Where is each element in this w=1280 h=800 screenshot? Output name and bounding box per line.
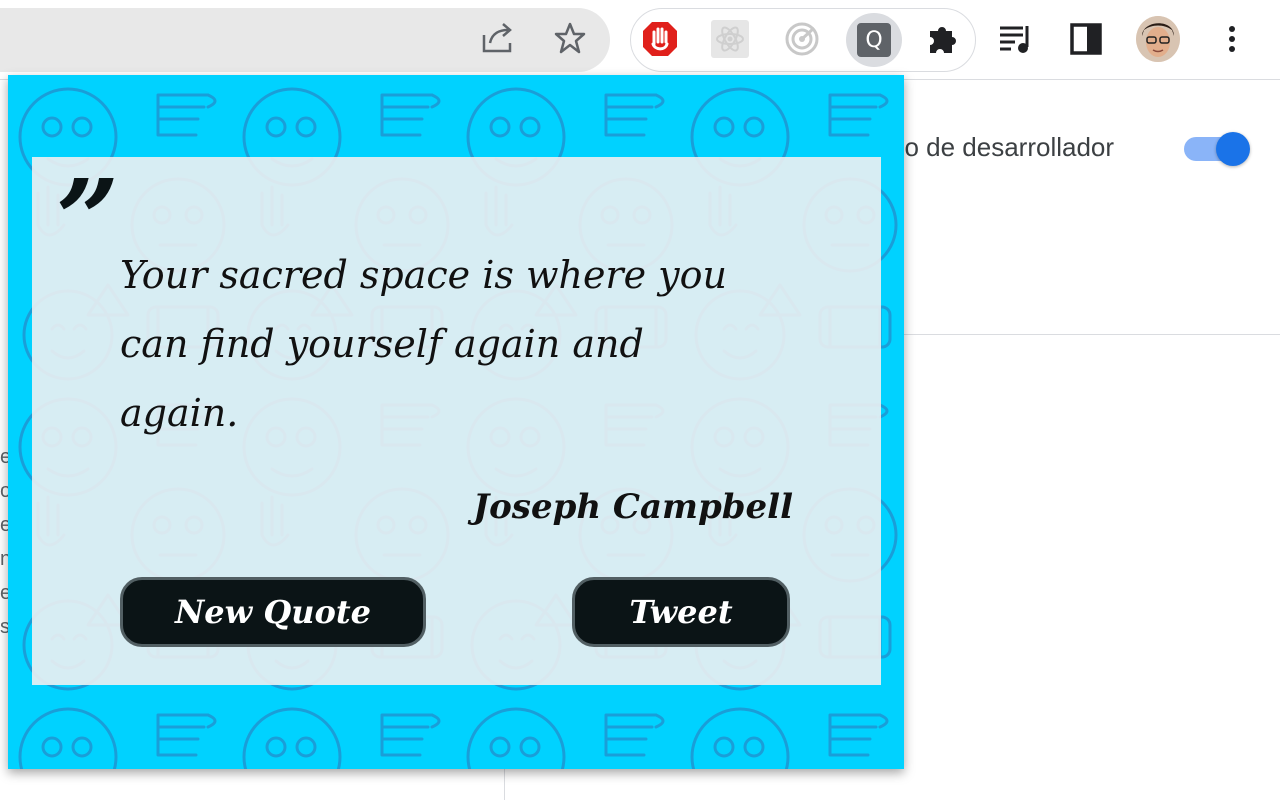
kebab-menu-icon[interactable] [1212, 19, 1252, 59]
section-divider [900, 334, 1280, 335]
quote-popup: ” Your sacred space is where you can fin… [8, 75, 904, 769]
developer-mode-toggle[interactable] [1182, 132, 1254, 166]
quote-extension-icon[interactable]: Q [846, 13, 902, 67]
quote-extension-letter: Q [857, 23, 891, 57]
puzzle-icon[interactable] [924, 19, 964, 59]
adblock-icon[interactable] [640, 19, 680, 59]
react-icon[interactable] [710, 19, 750, 59]
new-quote-button[interactable]: New Quote [120, 577, 426, 647]
quote-author: Joseph Campbell [473, 487, 793, 527]
profile-avatar[interactable] [1136, 16, 1180, 62]
developer-mode-label: do de desarrollador [890, 132, 1115, 162]
radar-icon[interactable] [782, 19, 822, 59]
address-bar[interactable] [0, 8, 610, 72]
tweet-button[interactable]: Tweet [572, 577, 790, 647]
quote-card: ” Your sacred space is where you can fin… [32, 157, 881, 685]
browser-toolbar: Q [0, 0, 1280, 80]
star-icon[interactable] [550, 18, 590, 58]
share-icon[interactable] [478, 18, 518, 58]
media-queue-icon[interactable] [996, 19, 1036, 59]
quote-text: Your sacred space is where you can find … [120, 253, 727, 435]
quote-mark: ” [56, 155, 120, 284]
side-panel-icon[interactable] [1066, 19, 1106, 59]
